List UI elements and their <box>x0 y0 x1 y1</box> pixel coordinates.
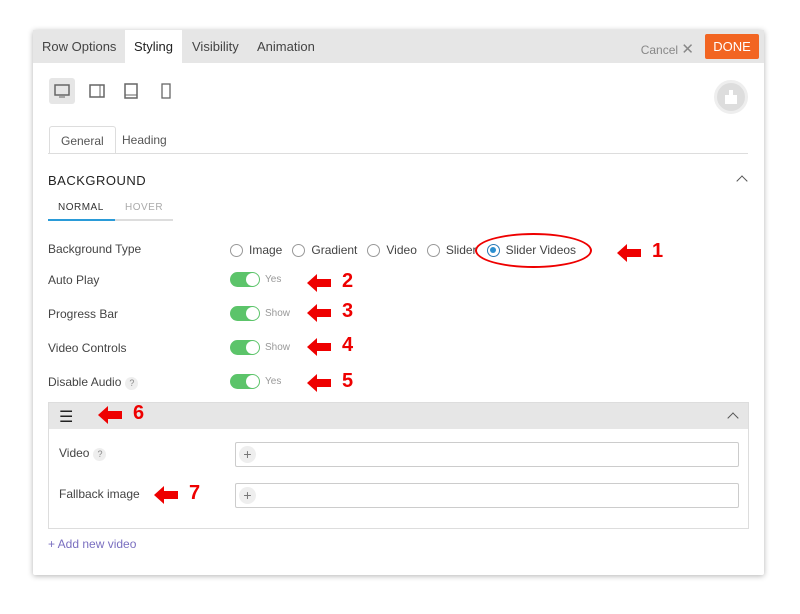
progress-bar-toggle[interactable]: Show <box>230 306 290 322</box>
disable-audio-toggle[interactable]: Yes <box>230 374 281 390</box>
radio-gradient[interactable]: Gradient <box>292 243 357 257</box>
fallback-image-input[interactable]: + <box>235 483 739 508</box>
highlight-ellipse <box>475 233 592 268</box>
cancel-button[interactable]: Cancel ✕ <box>641 40 694 58</box>
video-item-panel: ☰ Video? + Fallback image + <box>48 402 749 529</box>
annotation-arrow-icon <box>307 374 331 392</box>
video-controls-toggle[interactable]: Show <box>230 340 290 356</box>
help-icon[interactable]: ? <box>93 448 107 461</box>
annotation-number: 7 <box>189 482 201 504</box>
add-new-video-link[interactable]: + Add new video <box>48 537 136 551</box>
drag-handle-icon[interactable]: ☰ <box>59 407 73 427</box>
section-title: BACKGROUND <box>48 173 147 188</box>
radio-image[interactable]: Image <box>230 243 282 257</box>
help-icon[interactable]: ? <box>125 377 139 390</box>
add-icon[interactable]: + <box>239 487 256 504</box>
annotation-number: 5 <box>342 370 354 392</box>
mobile-icon[interactable] <box>153 78 179 104</box>
annotation-arrow-icon <box>154 486 178 504</box>
tab-styling[interactable]: Styling <box>125 30 183 63</box>
auto-play-toggle[interactable]: Yes <box>230 272 281 288</box>
progress-bar-label: Progress Bar <box>48 307 119 321</box>
add-icon[interactable]: + <box>239 446 256 463</box>
tab-visibility[interactable]: Visibility <box>183 30 248 63</box>
row-options-dialog: Row Options Styling Visibility Animation… <box>33 30 764 575</box>
background-type-label: Background Type <box>48 242 142 256</box>
chevron-up-icon[interactable] <box>727 412 739 424</box>
annotation-arrow-icon <box>307 338 331 356</box>
annotation-number: 2 <box>342 270 354 292</box>
disable-audio-label: Disable Audio? <box>48 375 139 390</box>
done-button[interactable]: DONE <box>705 34 759 59</box>
video-item-header[interactable]: ☰ <box>49 403 748 429</box>
subtab-general[interactable]: General <box>49 126 116 154</box>
desktop-icon[interactable] <box>49 78 75 104</box>
chevron-up-icon[interactable] <box>736 175 748 187</box>
annotation-arrow-icon <box>617 244 641 262</box>
fallback-image-label: Fallback image <box>59 487 140 501</box>
tablet-landscape-icon[interactable] <box>84 78 110 104</box>
tab-animation[interactable]: Animation <box>248 30 324 63</box>
state-tab-indicator <box>48 219 173 221</box>
dialog-header: Row Options Styling Visibility Animation… <box>33 30 764 63</box>
subtab-heading[interactable]: Heading <box>111 126 178 154</box>
auto-play-label: Auto Play <box>48 273 100 287</box>
annotation-arrow-icon <box>307 274 331 292</box>
annotation-arrow-icon <box>98 406 122 424</box>
cancel-label: Cancel <box>640 43 679 57</box>
annotation-arrow-icon <box>307 304 331 322</box>
annotation-number: 1 <box>652 240 664 262</box>
brush-icon[interactable] <box>714 80 748 114</box>
annotation-number: 6 <box>133 402 145 424</box>
video-input[interactable]: + <box>235 442 739 467</box>
video-label: Video? <box>59 446 107 461</box>
state-tab-hover[interactable]: HOVER <box>115 202 173 220</box>
close-icon: ✕ <box>681 41 694 58</box>
subtab-divider <box>48 153 748 154</box>
state-tab-normal[interactable]: NORMAL <box>48 202 114 220</box>
tab-row-options[interactable]: Row Options <box>33 30 125 63</box>
annotation-number: 3 <box>342 300 354 322</box>
radio-slider[interactable]: Slider <box>426 243 477 257</box>
radio-video[interactable]: Video <box>367 243 417 257</box>
video-controls-label: Video Controls <box>48 341 127 355</box>
annotation-number: 4 <box>342 334 354 356</box>
tablet-icon[interactable] <box>118 78 144 104</box>
